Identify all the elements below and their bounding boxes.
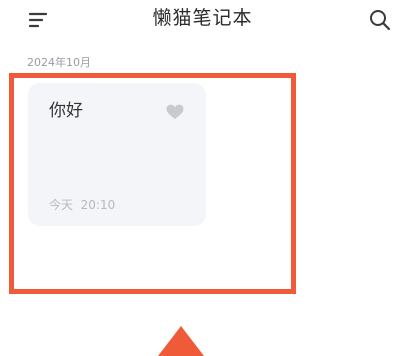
top-bar: 懒猫笔记本	[0, 0, 405, 40]
search-button[interactable]	[364, 6, 396, 34]
date-group-header: 2024年10月	[27, 56, 91, 69]
favorite-button[interactable]	[164, 103, 186, 121]
note-title: 你好	[49, 101, 83, 121]
page-title: 懒猫笔记本	[152, 7, 253, 29]
note-timestamp: 今天 20:10	[49, 198, 116, 212]
app-screen: 懒猫笔记本 2024年10月 你好 今天 20:10	[0, 0, 405, 356]
search-icon	[370, 10, 391, 31]
note-card[interactable]: 你好 今天 20:10	[28, 83, 206, 226]
arrow-pointer-icon	[158, 326, 204, 356]
heart-icon	[166, 104, 184, 119]
